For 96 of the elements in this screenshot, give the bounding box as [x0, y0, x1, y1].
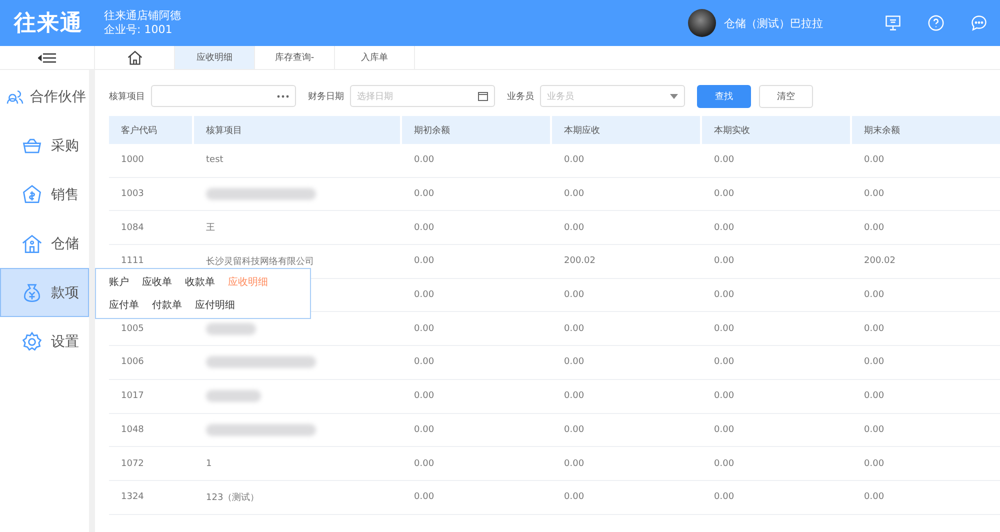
table-cell: 1111 [121, 256, 144, 266]
table-cell: 1324 [121, 492, 144, 502]
table-cell: 0.00 [414, 324, 434, 334]
table-cell: 0.00 [414, 222, 434, 233]
user-avatar[interactable] [688, 9, 716, 37]
table-cell: 0.00 [564, 155, 584, 166]
table-cell: 1000 [121, 155, 144, 166]
table-cell: 0.00 [714, 256, 734, 266]
table-cell: 0.00 [864, 357, 884, 368]
column-header: 本期实收 [702, 116, 852, 144]
table-cell-text: 王 [206, 222, 215, 234]
table-cell: 0.00 [714, 458, 734, 469]
table-cell: 1003 [121, 189, 144, 200]
table-cell: 200.02 [564, 256, 596, 266]
table-cell: 0.00 [414, 290, 434, 300]
table-cell: 1084 [121, 222, 144, 233]
table-cell: 0.00 [714, 189, 734, 200]
ellipsis-icon [277, 94, 289, 98]
table-cell: 0.00 [414, 189, 434, 200]
table-cell: 0.00 [864, 391, 884, 402]
table-cell: test [206, 155, 224, 166]
table-cell: 1048 [121, 424, 144, 435]
table-cell: 0.00 [864, 458, 884, 469]
table-cell: 0.00 [714, 424, 734, 435]
table-cell: 0.00 [714, 324, 734, 334]
sidebar-icon [21, 282, 43, 304]
table-cell: 0.00 [864, 155, 884, 166]
filter-label: 核算项目 [109, 90, 145, 102]
submenu-item[interactable]: 付款单 [152, 298, 182, 312]
column-header: 期末余额 [852, 116, 1000, 144]
column-header: 期初余额 [402, 116, 552, 144]
table-cell: 0.00 [564, 189, 584, 200]
menu-collapse-icon[interactable] [38, 52, 56, 62]
table-cell: 0.00 [714, 155, 734, 166]
account-item-field[interactable] [151, 85, 296, 107]
home-icon [126, 50, 142, 65]
blurred-text [206, 322, 256, 335]
table-cell: 0.00 [564, 357, 584, 368]
table-cell: 0.00 [864, 222, 884, 233]
table-cell: 0.00 [714, 357, 734, 368]
table-cell: 200.02 [864, 256, 896, 266]
table-cell: 1017 [121, 391, 144, 402]
table-cell: 0.00 [414, 357, 434, 368]
table-cell: 0.00 [564, 458, 584, 469]
submenu-item[interactable]: 应收单 [142, 275, 172, 290]
submenu-item[interactable]: 应付明细 [195, 298, 235, 312]
sidebar-icon [21, 232, 43, 254]
table-cell: 0.00 [564, 391, 584, 402]
filter-label: 业务员 [507, 90, 534, 102]
chat-icon[interactable] [970, 14, 988, 32]
table-cell: 0.00 [414, 492, 434, 502]
store-name: 往来通店铺阿德 [104, 9, 181, 23]
caret-icon [670, 94, 678, 98]
table-cell: 1 [206, 458, 212, 469]
company-number: 企业号: 1001 [104, 23, 174, 37]
help-icon[interactable] [927, 14, 945, 32]
table-cell: 0.00 [864, 492, 884, 502]
table-cell: 0.00 [714, 391, 734, 402]
clear-button[interactable]: 清空 [759, 84, 813, 108]
table-cell-text: 123（测试） [206, 492, 260, 504]
page-tab[interactable]: 应收明细 [175, 46, 255, 69]
table-cell: 0.00 [714, 492, 734, 502]
table-cell: 0.00 [414, 391, 434, 402]
table-cell: 0.00 [564, 424, 584, 435]
monitor-icon[interactable] [884, 14, 902, 32]
table-cell: 1006 [121, 357, 144, 368]
sidebar-icon [21, 330, 43, 352]
table-cell: 0.00 [864, 424, 884, 435]
table-cell: 0.00 [714, 290, 734, 300]
table-cell: 0.00 [564, 222, 584, 233]
app-logo: 往来通 [14, 10, 84, 38]
table-cell: 0.00 [564, 492, 584, 502]
table-cell: 0.00 [864, 189, 884, 200]
table-cell: 0.00 [414, 424, 434, 435]
submenu-item[interactable]: 应付单 [109, 298, 139, 312]
sidebar-icon [21, 184, 43, 206]
column-header: 本期应收 [552, 116, 702, 144]
sidebar-item[interactable]: 款项 [0, 268, 89, 317]
table-cell: 0.00 [414, 458, 434, 469]
table-cell: 0.00 [564, 324, 584, 334]
filter-label: 财务日期 [308, 90, 344, 102]
table-cell: 0.00 [864, 324, 884, 334]
table-cell: 0.00 [564, 290, 584, 300]
submenu-item[interactable]: 收款单 [185, 275, 215, 290]
table-cell: 0.00 [864, 290, 884, 300]
column-header: 核算项目 [194, 116, 402, 144]
table-cell: 1005 [121, 324, 144, 334]
table-cell: 0.00 [414, 155, 434, 166]
calendar-icon [478, 91, 488, 101]
table-cell: 0.00 [414, 256, 434, 266]
column-header: 客户代码 [109, 116, 194, 144]
table-cell: 0.00 [714, 222, 734, 233]
table-cell-text: 长沙灵留科技网络有限公司 [206, 256, 314, 268]
table-cell: 1072 [121, 458, 144, 469]
submenu-item[interactable]: 账户 [109, 275, 129, 290]
blurred-text [206, 390, 261, 402]
